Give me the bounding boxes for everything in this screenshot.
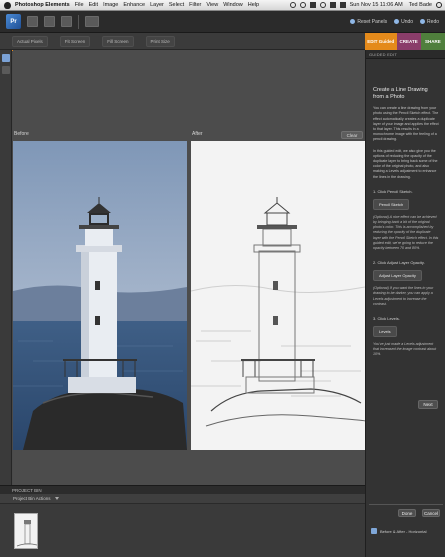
project-thumbnail[interactable] [14,513,38,549]
undo-icon [394,19,400,24]
guided-edit-intro: You can create a line drawing from your … [373,106,439,142]
tab-create[interactable]: CREATE [396,33,421,50]
guided-edit-header: GUIDED EDIT [366,50,445,59]
redo-label: Redo [427,18,439,25]
time-machine-icon[interactable] [299,2,306,8]
menu-edit[interactable]: Edit [89,2,98,8]
hand-tool-icon[interactable] [2,66,10,74]
project-bin-header[interactable]: PROJECT BIN [0,485,365,494]
before-after-view-toggle[interactable]: Before & After - Horizontal [371,528,426,534]
reset-panels-icon [350,19,356,24]
adjust-layer-opacity-button[interactable]: Adjust Layer Opacity [373,270,422,282]
volume-icon[interactable] [329,2,336,8]
toolbar-divider [78,14,79,29]
battery-icon[interactable] [339,2,346,8]
guided-edit-title: Create a Line Drawing from a Photo [373,87,428,100]
open-icon[interactable] [27,16,38,27]
guided-edit-intro-2: In this guided edit, we also give you th… [373,148,438,179]
fill-screen-button[interactable]: Fill Screen [102,35,134,47]
cancel-button[interactable]: Cancel [422,509,440,517]
redo-icon [420,19,426,24]
done-button[interactable]: Done [398,509,416,517]
panel-divider [369,504,443,505]
wifi-icon[interactable] [319,2,326,8]
step-3-label: 3. Click Levels. [373,316,400,322]
view-options-bar: Actual Pixels Fit Screen Fill Screen Pri… [0,33,365,51]
step-2-note: (Optional) If you want the lines in your… [373,286,434,306]
before-photo [13,141,187,450]
organizer-icon[interactable] [44,16,55,27]
step-1-label: 1. Click Pencil Sketch. [373,188,413,194]
work-area: Before After Clear [13,50,365,485]
menu-enhance[interactable]: Enhance [123,2,145,8]
redo-button[interactable]: Redo [420,19,439,25]
reset-panels-button[interactable]: Reset Panels [350,19,387,25]
guided-edit-panel: GUIDED EDIT Create a Line Drawing from a… [365,50,445,557]
before-after-icon [371,528,377,534]
menu-view[interactable]: View [206,2,218,8]
tab-edit[interactable]: EDIT Guided [365,33,397,50]
tab-share[interactable]: SHARE [420,33,445,50]
print-size-button[interactable]: Print Size [145,35,175,47]
before-label: Before [14,131,29,137]
fit-screen-button[interactable]: Fit Screen [59,35,91,47]
menu-window[interactable]: Window [223,2,243,8]
step-3-note: You've just made a Levels adjustment tha… [373,342,437,357]
bluetooth-icon[interactable] [309,2,316,8]
project-bin-actions-label: Project Bin Actions [13,496,51,501]
next-button[interactable]: Next [418,400,438,409]
app-logo-icon: Pr [6,14,21,29]
menu-image[interactable]: Image [103,2,118,8]
menu-file[interactable]: File [75,2,84,8]
app-toolbar: Pr Reset Panels Undo Redo [0,11,445,33]
after-photo [191,141,365,450]
menu-clock[interactable]: Sun Nov 15 11:06 AM [350,2,403,8]
guided-edit-body: Create a Line Drawing from a Photo You c… [366,59,445,358]
step-2-label: 2. Click Adjust Layer Opacity. [373,260,425,266]
menu-layer[interactable]: Layer [150,2,164,8]
menu-help[interactable]: Help [248,2,259,8]
mode-tabs: EDIT Guided CREATE SHARE [365,33,445,50]
spotlight-icon[interactable] [436,2,442,8]
workspace-dropdown-icon[interactable] [85,16,99,27]
reset-panels-label: Reset Panels [357,18,388,25]
menu-app-name[interactable]: Photoshop Elements [15,2,70,8]
actual-pixels-button[interactable]: Actual Pixels [12,35,48,47]
menu-filter[interactable]: Filter [189,2,201,8]
apple-icon[interactable] [4,1,11,9]
rotate-icon[interactable] [61,16,72,27]
undo-label: Undo [401,18,414,25]
mac-menu-bar: Photoshop Elements File Edit Image Enhan… [0,0,445,11]
levels-button[interactable]: Levels [373,326,397,338]
clear-button[interactable]: Clear [341,131,363,139]
chevron-down-icon [54,497,59,500]
project-bin-actions[interactable]: Project Bin Actions [0,494,365,504]
project-bin [0,504,365,557]
sync-icon[interactable] [289,2,296,8]
step-1-note: (Optional) A nice effect can be achieved… [373,214,439,251]
tools-panel [0,50,12,485]
zoom-tool-icon[interactable] [2,54,10,62]
before-after-label: Before & After - Horizontal [380,528,427,534]
menu-user[interactable]: Ted Bade [409,2,432,8]
after-label: After [192,131,203,137]
pencil-sketch-button[interactable]: Pencil Sketch [373,198,410,210]
menu-select[interactable]: Select [169,2,184,8]
undo-button[interactable]: Undo [394,19,413,25]
